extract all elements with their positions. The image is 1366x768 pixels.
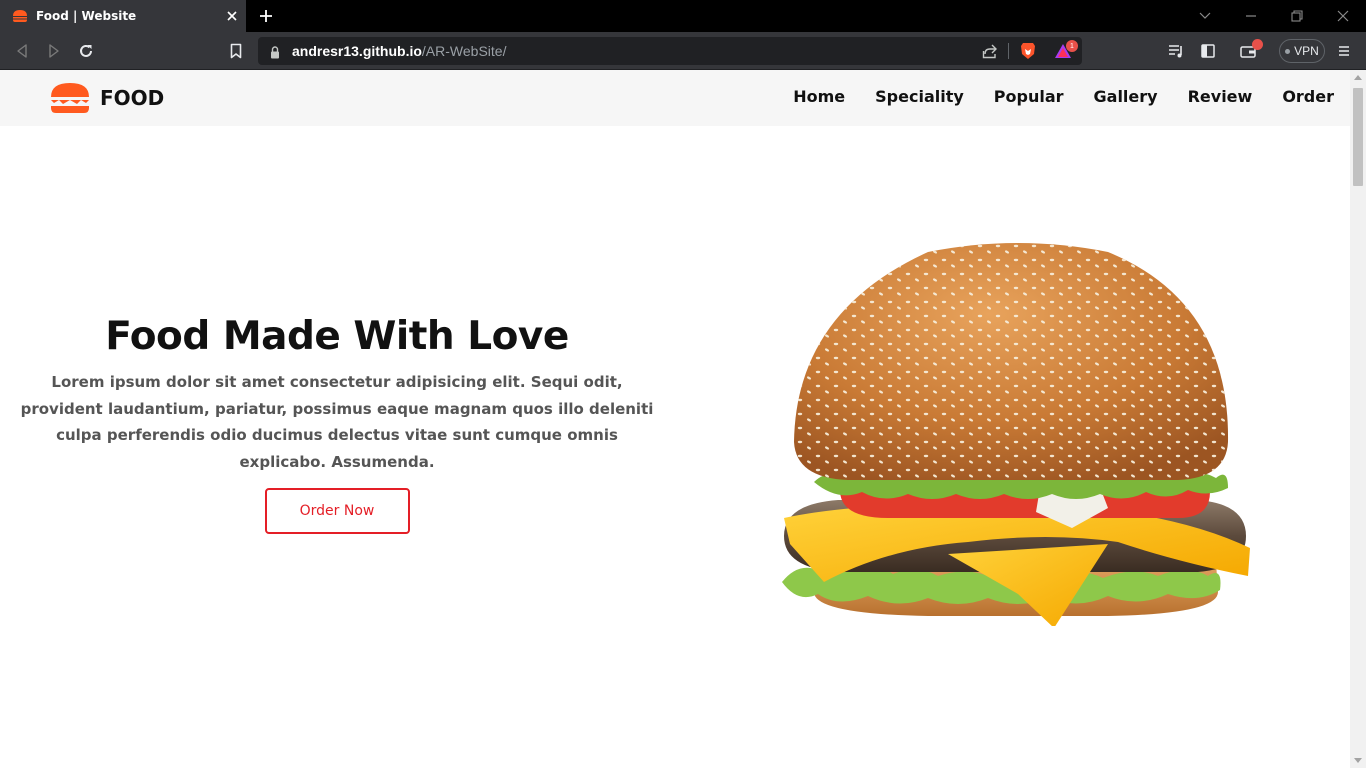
nav-order[interactable]: Order <box>1282 87 1334 106</box>
close-icon[interactable] <box>218 2 246 30</box>
hero-description: Lorem ipsum dolor sit amet consectetur a… <box>20 373 654 471</box>
lock-icon[interactable] <box>270 44 280 63</box>
url-text: andresr13.github.io/AR-WebSite/ <box>292 43 506 59</box>
minimize-icon[interactable] <box>1236 4 1266 28</box>
alert-badge: 1 <box>1066 40 1078 52</box>
back-icon[interactable] <box>8 37 36 65</box>
site-logo[interactable]: FOOD <box>50 82 164 114</box>
restore-icon[interactable] <box>1282 4 1312 28</box>
page-scrollbar[interactable] <box>1350 70 1366 768</box>
browser-tab[interactable]: Food | Website <box>0 0 246 32</box>
nav-speciality[interactable]: Speciality <box>875 87 964 106</box>
browser-tab-bar: Food | Website <box>0 0 1366 32</box>
scroll-up-arrow[interactable] <box>1354 75 1362 80</box>
burger-favicon-icon <box>13 10 27 22</box>
burger-logo-icon <box>51 83 89 113</box>
share-icon[interactable] <box>982 43 998 63</box>
burger-image <box>782 243 1250 626</box>
menu-icon[interactable] <box>1330 37 1358 65</box>
wallet-notification-dot <box>1252 39 1263 50</box>
tab-title: Food | Website <box>36 9 137 23</box>
brave-lion-icon[interactable] <box>1020 42 1036 64</box>
nav-gallery[interactable]: Gallery <box>1094 87 1158 106</box>
page-viewport: FOOD Home Speciality Popular Gallery Rev… <box>0 70 1350 768</box>
hero-title: Food Made With Love <box>105 314 569 359</box>
hero-section: Food Made With Love Lorem ipsum dolor si… <box>20 314 654 534</box>
reload-icon[interactable] <box>72 37 100 65</box>
url-path: /AR-WebSite/ <box>421 43 507 59</box>
playlist-icon[interactable] <box>1162 37 1190 65</box>
bookmark-icon[interactable] <box>222 37 250 65</box>
nav-review[interactable]: Review <box>1188 87 1253 106</box>
nav-popular[interactable]: Popular <box>994 87 1064 106</box>
site-header: FOOD Home Speciality Popular Gallery Rev… <box>0 70 1350 126</box>
logo-text: FOOD <box>100 86 165 110</box>
address-bar[interactable]: andresr13.github.io/AR-WebSite/ 1 <box>258 37 1082 65</box>
window-close-icon[interactable] <box>1328 4 1358 28</box>
order-now-button[interactable]: Order Now <box>264 488 410 534</box>
vpn-label: VPN <box>1294 44 1319 58</box>
vpn-button[interactable]: VPN <box>1279 39 1325 63</box>
url-host: andresr13.github.io <box>292 43 422 59</box>
scroll-down-arrow[interactable] <box>1354 758 1362 763</box>
browser-toolbar: andresr13.github.io/AR-WebSite/ 1 VPN <box>0 32 1366 70</box>
scroll-thumb[interactable] <box>1353 88 1363 186</box>
plus-icon[interactable] <box>254 4 278 28</box>
vpn-status-dot <box>1285 48 1291 54</box>
toolbar-divider <box>1008 43 1009 59</box>
nav-home[interactable]: Home <box>793 87 845 106</box>
chevron-down-icon[interactable] <box>1190 4 1220 28</box>
main-nav: Home Speciality Popular Gallery Review O… <box>793 87 1334 106</box>
sidebar-icon[interactable] <box>1194 37 1222 65</box>
forward-icon[interactable] <box>40 37 68 65</box>
